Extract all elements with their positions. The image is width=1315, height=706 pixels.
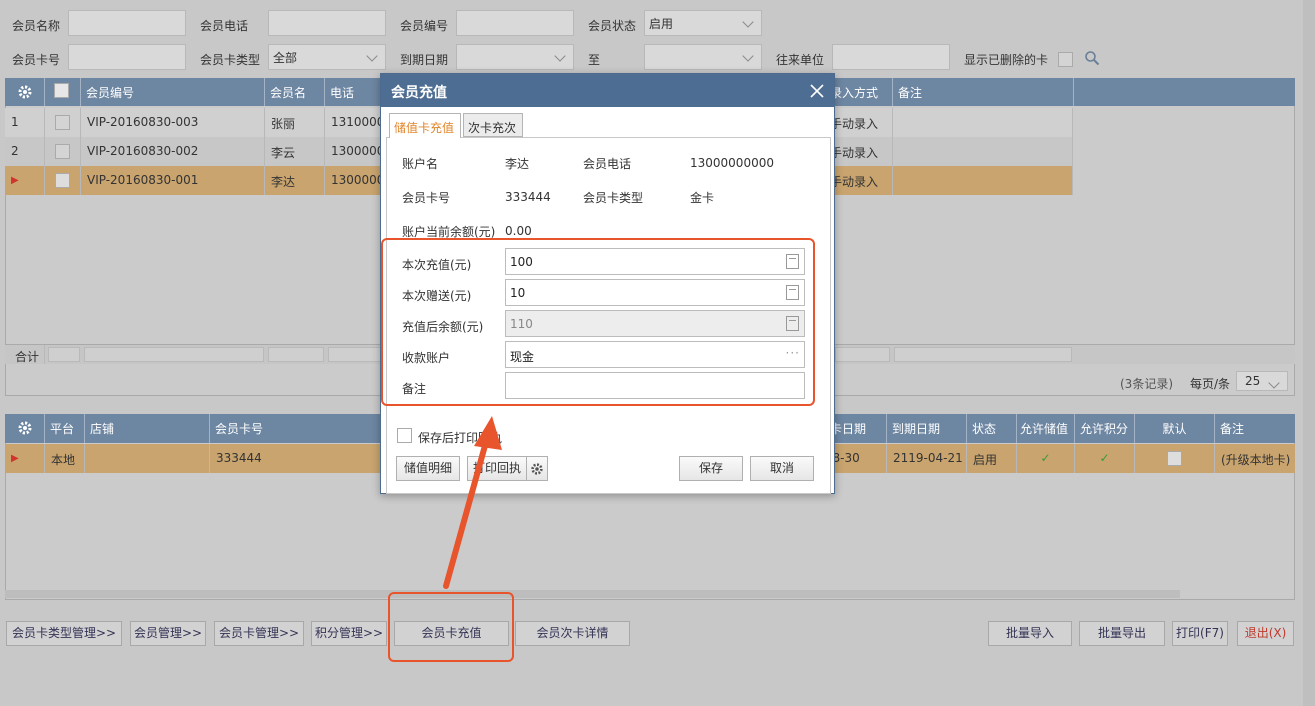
search-icon[interactable] xyxy=(1084,50,1100,66)
per-page-select[interactable]: 25 xyxy=(1236,371,1288,391)
partner-input[interactable] xyxy=(832,44,950,70)
annotation-highlight-box xyxy=(388,592,514,662)
show-deleted-checkbox[interactable] xyxy=(1058,52,1073,67)
default-checkbox[interactable] xyxy=(1167,451,1182,466)
annotation-highlight-box xyxy=(381,238,815,406)
phone-value: 13000000000 xyxy=(690,156,774,170)
member-no-label: 会员编号 xyxy=(400,19,449,33)
horizontal-scrollbar[interactable] xyxy=(5,590,1180,598)
exit-button[interactable]: 退出(X) xyxy=(1237,621,1294,646)
points-mgmt-button[interactable]: 积分管理>> xyxy=(311,621,387,646)
col-store[interactable]: 店铺 xyxy=(85,414,210,443)
col-member-name[interactable]: 会员名 xyxy=(265,78,325,106)
dialog-title-bar: 会员充值 xyxy=(381,74,834,107)
dialog-title: 会员充值 xyxy=(391,85,447,101)
row-checkbox[interactable] xyxy=(55,115,70,130)
col-default[interactable]: 默认 xyxy=(1135,414,1215,443)
card-type-select[interactable]: 全部 xyxy=(268,44,386,70)
col-member-no[interactable]: 会员编号 xyxy=(81,78,265,106)
partner-label: 往来单位 xyxy=(776,53,825,67)
current-row-marker: ▶ xyxy=(5,166,45,195)
annotation-arrow xyxy=(443,416,502,589)
card-mgmt-button[interactable]: 会员卡管理>> xyxy=(214,621,304,646)
row-checkbox[interactable] xyxy=(55,144,70,159)
card-no-label: 会员卡号 xyxy=(12,53,61,67)
col-entry-method[interactable]: 录入方式 xyxy=(835,78,893,106)
col-platform[interactable]: 平台 xyxy=(45,414,85,443)
col-card-remark[interactable]: 备注 xyxy=(1215,414,1295,443)
member-status-select[interactable]: 启用 xyxy=(644,10,762,36)
col-allow-stored[interactable]: 允许储值 xyxy=(1017,414,1075,443)
account-name-label: 账户名 xyxy=(402,157,439,171)
col-status[interactable]: 状态 xyxy=(967,414,1017,443)
col-remark[interactable]: 备注 xyxy=(893,78,1074,106)
to-label: 至 xyxy=(588,53,601,67)
balance-value: 0.00 xyxy=(505,224,532,238)
window-edge xyxy=(1303,0,1315,706)
col-open-date[interactable]: 开卡日期 xyxy=(830,414,887,443)
card-type-mgmt-button[interactable]: 会员卡类型管理>> xyxy=(6,621,122,646)
member-phone-input[interactable] xyxy=(268,10,386,36)
card-type-label: 会员卡类型 xyxy=(583,191,644,205)
member-name-label: 会员名称 xyxy=(12,19,61,33)
current-row-marker: ▶ xyxy=(5,444,45,473)
save-button[interactable]: 保存 xyxy=(679,456,743,481)
row-checkbox[interactable] xyxy=(55,173,70,188)
tab-times-card[interactable]: 次卡充次 xyxy=(463,113,523,137)
record-count: (3条记录) xyxy=(1120,377,1173,391)
allow-points-check-icon: ✓ xyxy=(1075,444,1135,473)
expire-date-to[interactable] xyxy=(644,44,762,70)
member-mgmt-button[interactable]: 会员管理>> xyxy=(130,621,206,646)
batch-export-button[interactable]: 批量导出 xyxy=(1079,621,1165,646)
allow-stored-check-icon: ✓ xyxy=(1017,444,1075,473)
per-page-label: 每页/条 xyxy=(1190,377,1231,391)
tab-stored-value[interactable]: 储值卡充值 xyxy=(389,113,461,138)
settings-gear-icon[interactable] xyxy=(5,78,45,106)
card-type-value: 金卡 xyxy=(690,191,715,205)
col-allow-points[interactable]: 允许积分 xyxy=(1075,414,1135,443)
expire-date-from[interactable] xyxy=(456,44,574,70)
times-card-detail-button[interactable]: 会员次卡详情 xyxy=(515,621,630,646)
member-status-label: 会员状态 xyxy=(588,19,637,33)
show-deleted-label: 显示已删除的卡 xyxy=(964,53,1049,67)
member-no-input[interactable] xyxy=(456,10,574,36)
batch-import-button[interactable]: 批量导入 xyxy=(988,621,1072,646)
cancel-button[interactable]: 取消 xyxy=(750,456,814,481)
phone-label: 会员电话 xyxy=(583,157,632,171)
close-icon[interactable] xyxy=(810,84,824,98)
card-no-value: 333444 xyxy=(505,190,551,204)
account-name-value: 李达 xyxy=(505,157,530,171)
settings-gear-icon[interactable] xyxy=(5,414,45,443)
card-no-input[interactable] xyxy=(68,44,186,70)
member-name-input[interactable] xyxy=(68,10,186,36)
print-button[interactable]: 打印(F7) xyxy=(1172,621,1228,646)
card-type-label: 会员卡类型 xyxy=(200,53,261,67)
col-expire-date[interactable]: 到期日期 xyxy=(887,414,967,443)
print-settings-gear-icon[interactable] xyxy=(526,456,548,481)
member-phone-label: 会员电话 xyxy=(200,19,249,33)
print-after-save-checkbox[interactable] xyxy=(397,428,412,443)
select-all-checkbox[interactable] xyxy=(54,83,69,98)
card-no-label: 会员卡号 xyxy=(402,191,451,205)
expire-date-label: 到期日期 xyxy=(400,53,449,67)
